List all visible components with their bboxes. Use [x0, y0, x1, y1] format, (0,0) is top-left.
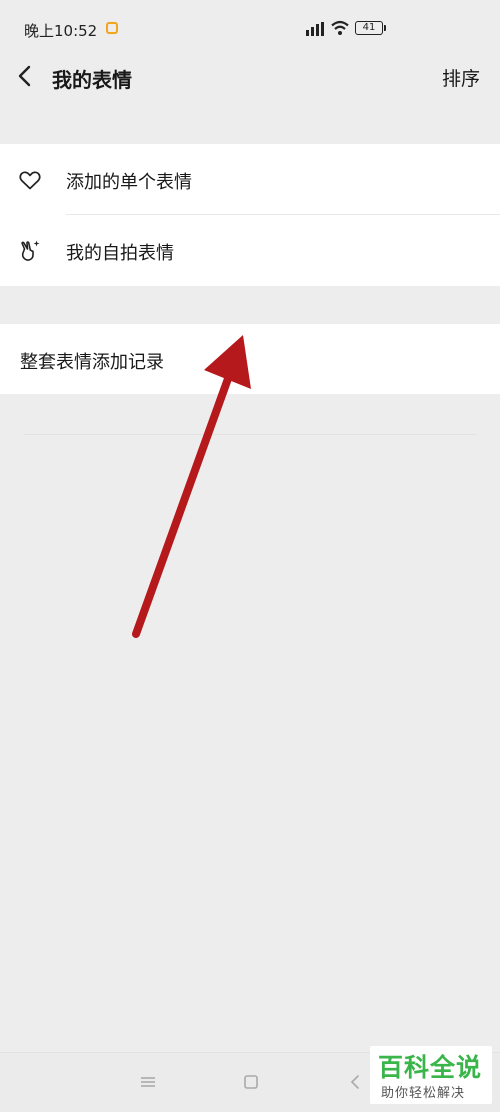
heart-icon — [19, 171, 41, 190]
title-bar: 我的表情 排序 — [0, 56, 500, 110]
watermark-subtitle: 助你轻松解决 — [381, 1086, 466, 1101]
menu-icon[interactable] — [138, 1073, 158, 1091]
list-item-single-stickers[interactable]: 添加的单个表情 — [0, 144, 500, 215]
sticker-history-group: 整套表情添加记录 — [0, 324, 500, 394]
list-item-sticker-set-history[interactable]: 整套表情添加记录 — [0, 324, 500, 395]
sticker-list-group: 添加的单个表情 我的自拍表情 — [0, 144, 500, 286]
home-square-icon[interactable] — [241, 1073, 261, 1091]
section-divider — [24, 434, 476, 435]
list-item-label: 添加的单个表情 — [66, 172, 192, 193]
signal-icon — [306, 22, 324, 36]
battery-level: 41 — [355, 21, 383, 35]
watermark: 百科全说 助你轻松解决 — [370, 1046, 492, 1104]
sort-button[interactable]: 排序 — [442, 64, 480, 91]
watermark-title: 百科全说 — [378, 1053, 483, 1082]
wifi-icon — [331, 20, 349, 35]
list-item-selfie-stickers[interactable]: 我的自拍表情 — [0, 215, 500, 286]
selfie-hand-icon — [21, 240, 40, 261]
app-notification-icon — [106, 22, 118, 34]
status-time: 晚上10:52 — [24, 22, 98, 40]
battery-icon: 41 — [355, 21, 389, 37]
list-item-label: 整套表情添加记录 — [20, 352, 164, 373]
status-bar: 晚上10:52 41 — [0, 0, 500, 56]
nav-back-icon[interactable] — [346, 1073, 366, 1091]
back-arrow-icon[interactable] — [12, 62, 40, 90]
page-title: 我的表情 — [52, 68, 132, 92]
list-item-label: 我的自拍表情 — [66, 243, 174, 264]
